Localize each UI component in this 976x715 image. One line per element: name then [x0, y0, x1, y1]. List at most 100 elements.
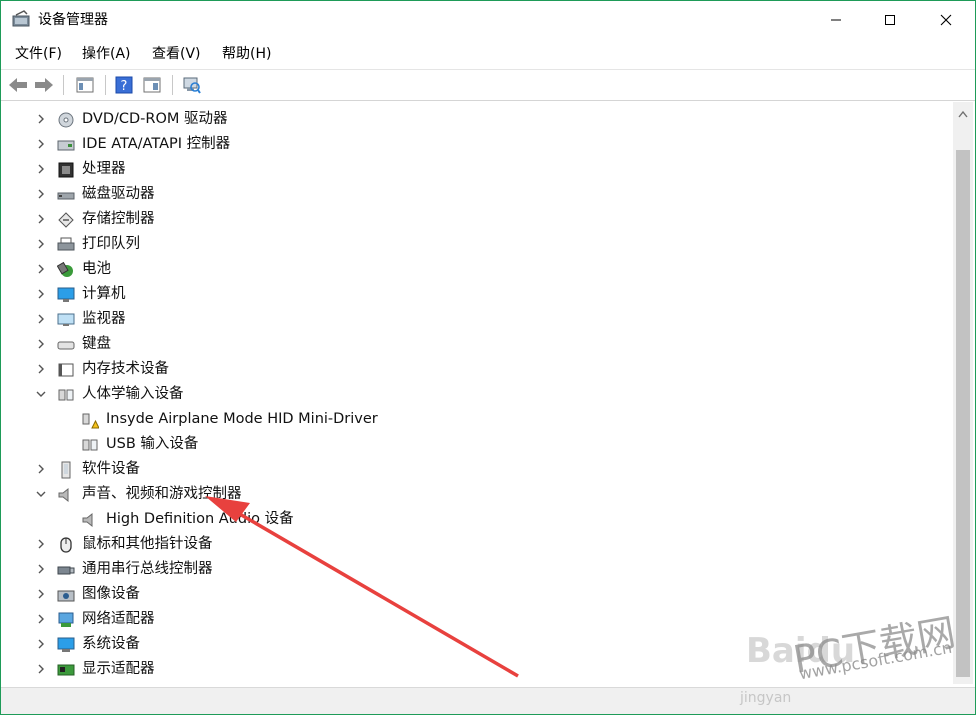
chevron-right-icon[interactable]: [35, 288, 47, 300]
tree-item-label: 处理器: [82, 161, 126, 177]
tree-item-label: 键盘: [82, 336, 111, 352]
tree-category-item[interactable]: 通用串行总线控制器: [1, 557, 951, 582]
tree-item-label: 通用串行总线控制器: [82, 561, 213, 577]
chevron-down-icon[interactable]: [35, 488, 47, 500]
chevron-right-icon[interactable]: [35, 363, 47, 375]
minimize-button[interactable]: [811, 1, 861, 39]
chevron-right-icon[interactable]: [35, 313, 47, 325]
title-bar[interactable]: 设备管理器: [1, 1, 975, 39]
show-hide-console-tree-button[interactable]: [141, 74, 163, 96]
mouse-icon: [60, 537, 72, 553]
chevron-right-icon[interactable]: [35, 188, 47, 200]
chevron-right-icon[interactable]: [35, 613, 47, 625]
chevron-right-icon[interactable]: [35, 588, 47, 600]
chevron-right-icon[interactable]: [35, 163, 47, 175]
tree-category-item[interactable]: 鼠标和其他指针设备: [1, 532, 951, 557]
scan-hardware-button[interactable]: [180, 74, 202, 96]
chevron-right-icon[interactable]: [35, 463, 47, 475]
tree-item-label: 计算机: [82, 286, 126, 302]
tree-category-item[interactable]: 人体学输入设备: [1, 382, 951, 407]
tree-category-item[interactable]: 软件设备: [1, 457, 951, 482]
tree-item-label: 鼠标和其他指针设备: [82, 536, 213, 552]
tree-category-item[interactable]: 图像设备: [1, 582, 951, 607]
chevron-down-icon[interactable]: [35, 388, 47, 400]
tree-item-label: 监视器: [82, 311, 126, 327]
tree-category-item[interactable]: 内存技术设备: [1, 357, 951, 382]
hid-icon: [82, 439, 98, 451]
tree-category-item[interactable]: 键盘: [1, 332, 951, 357]
tree-category-item[interactable]: 打印队列: [1, 232, 951, 257]
status-bar: [1, 687, 975, 714]
device-tree[interactable]: DVD/CD-ROM 驱动器 IDE ATA/ATAPI 控制器 处理器磁盘驱动器存…: [1, 102, 953, 684]
chevron-right-icon[interactable]: [35, 138, 47, 150]
tree-category-item[interactable]: 处理器: [1, 157, 951, 182]
vertical-scrollbar[interactable]: [953, 102, 973, 684]
computer-icon: [57, 287, 75, 302]
chevron-right-icon[interactable]: [35, 663, 47, 675]
memory-device-icon: [58, 363, 74, 377]
tree-item-label: 软件设备: [82, 461, 140, 477]
properties-button[interactable]: [74, 74, 96, 96]
tree-item-label: DVD/CD-ROM 驱动器: [82, 111, 228, 127]
chevron-right-icon[interactable]: [35, 638, 47, 650]
window-title: 设备管理器: [38, 12, 108, 28]
chevron-right-icon[interactable]: [35, 538, 47, 550]
processor-icon: [58, 162, 74, 178]
chevron-right-icon[interactable]: [35, 213, 47, 225]
tree-item-label: 声音、视频和游戏控制器: [82, 486, 242, 502]
tree-item-label: IDE ATA/ATAPI 控制器: [82, 136, 231, 152]
menu-action[interactable]: 操作(A): [80, 44, 133, 64]
camera-icon: [57, 590, 75, 602]
scan-hardware-icon: [183, 77, 201, 94]
tree-item-label: 人体学输入设备: [82, 386, 184, 402]
forward-button[interactable]: [33, 74, 55, 96]
close-button[interactable]: [921, 1, 971, 39]
menu-bar: 文件(F) 操作(A) 查看(V) 帮助(H): [1, 41, 975, 67]
chevron-right-icon[interactable]: [35, 263, 47, 275]
keyboard-icon: [57, 341, 75, 350]
tree-device-item[interactable]: USB 输入设备: [1, 432, 951, 457]
tree-item-label: 网络适配器: [82, 611, 155, 627]
forward-icon: [35, 78, 53, 92]
tree-category-item[interactable]: 磁盘驱动器: [1, 182, 951, 207]
tree-device-item[interactable]: Insyde Airplane Mode HID Mini-Driver: [1, 407, 951, 432]
network-adapter-icon: [58, 612, 74, 627]
scroll-up-icon[interactable]: [958, 110, 968, 118]
chevron-right-icon[interactable]: [35, 338, 47, 350]
tree-category-item[interactable]: IDE ATA/ATAPI 控制器: [1, 132, 951, 157]
tree-category-item[interactable]: 电池: [1, 257, 951, 282]
chevron-right-icon[interactable]: [35, 563, 47, 575]
toolbar-separator: [172, 75, 173, 95]
printer-icon: [57, 237, 75, 251]
show-hide-console-tree-icon: [143, 77, 161, 93]
display-adapter-icon: [57, 664, 75, 676]
toolbar-separator: [105, 75, 106, 95]
close-icon: [940, 14, 952, 26]
tree-category-item[interactable]: 计算机: [1, 282, 951, 307]
back-button[interactable]: [7, 74, 29, 96]
properties-icon: [76, 77, 94, 93]
tree-item-label: USB 输入设备: [106, 436, 199, 452]
speaker-icon: [58, 487, 69, 503]
tree-item-label: 图像设备: [82, 586, 140, 602]
help-button[interactable]: ?: [113, 74, 135, 96]
tree-category-item[interactable]: 监视器: [1, 307, 951, 332]
chevron-right-icon[interactable]: [35, 238, 47, 250]
menu-file[interactable]: 文件(F): [13, 44, 64, 64]
tree-category-item[interactable]: DVD/CD-ROM 驱动器: [1, 107, 951, 132]
menu-view[interactable]: 查看(V): [150, 44, 203, 64]
scrollbar-thumb[interactable]: [956, 150, 970, 677]
chevron-right-icon[interactable]: [35, 113, 47, 125]
menu-help[interactable]: 帮助(H): [220, 44, 273, 64]
usb-icon: [57, 566, 75, 575]
tree-category-item[interactable]: 声音、视频和游戏控制器: [1, 482, 951, 507]
disk-drive-icon: [57, 192, 75, 200]
tree-category-item[interactable]: 存储控制器: [1, 207, 951, 232]
tree-device-item[interactable]: High Definition Audio 设备: [1, 507, 951, 532]
system-device-icon: [57, 637, 75, 652]
software-device-icon: [61, 461, 71, 479]
watermark-jingyan: jingyan: [740, 690, 792, 706]
maximize-button[interactable]: [865, 1, 915, 39]
hid-warning-icon: [82, 413, 99, 429]
dvd-icon: [58, 112, 74, 128]
